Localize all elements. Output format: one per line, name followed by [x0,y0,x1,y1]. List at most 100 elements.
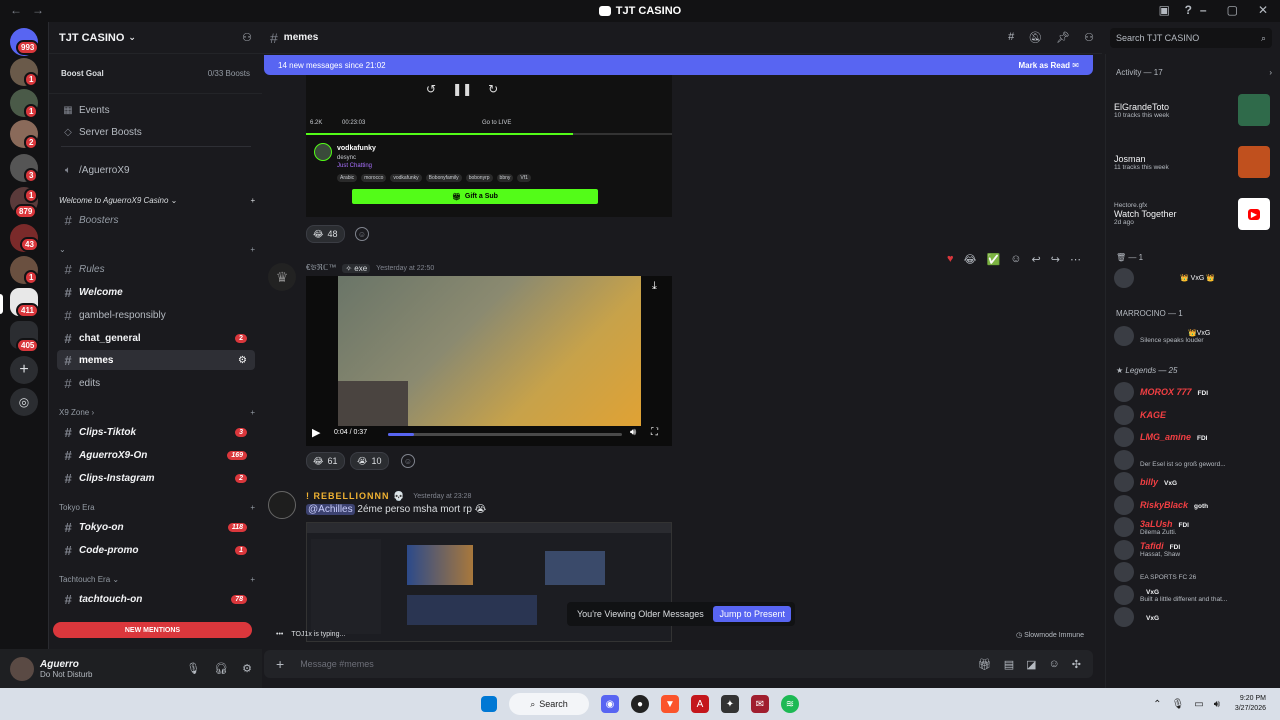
guild-header[interactable]: TJT CASINO ⌄ ⚇ [49,22,262,54]
discord-taskbar-icon[interactable]: ◉ [601,695,619,713]
more-icon[interactable]: ⋯ [1070,253,1081,266]
member-row[interactable]: EA SPORTS FC 26 [1114,562,1196,582]
pin-icon[interactable]: 📌︎ [1056,31,1070,44]
go-live-button[interactable]: Go to LIVE [482,120,511,126]
avatar[interactable] [10,656,34,681]
discover-button[interactable]: ◎ [10,388,38,416]
chevron-up-icon[interactable]: ⌃ [1153,699,1161,710]
category-tokyo[interactable]: Tokyo Era + [59,503,255,512]
activity-item[interactable]: Josman 11 tracks this week [1114,146,1270,178]
channel-welcome[interactable]: # Welcome [57,282,255,302]
bell-icon[interactable]: 🔕︎ [1028,31,1042,44]
add-channel-icon[interactable]: + [250,196,255,205]
threads-icon[interactable]: # [1008,31,1014,44]
windows-start-icon[interactable] [481,696,497,712]
member-row[interactable]: 👑VxG Silence speaks louder [1114,326,1210,346]
channel-aguerrox9-on[interactable]: # AguerroX9-On 169 [57,445,255,465]
volume-icon[interactable]: 🔊︎ [630,427,636,438]
avatar[interactable] [268,491,296,519]
mail-taskbar-icon[interactable]: ✉ [751,695,769,713]
message-author[interactable]: ! REBELLIONNN 💀 [306,491,405,502]
heart-reaction-icon[interactable]: ♥ [947,253,954,265]
tag[interactable]: Bobonyfamily [425,174,462,182]
forward-icon[interactable]: ↪ [1051,253,1060,266]
channel-chat-general[interactable]: # chat_general 2 [57,328,255,348]
new-messages-banner[interactable]: 14 new messages since 21:02 Mark as Read… [264,55,1093,75]
member-row[interactable]: billy VxG [1114,472,1177,492]
member-row[interactable]: RiskyBlack goth [1114,494,1208,515]
member-row[interactable]: LMG_amine FDI [1114,427,1208,447]
category-welcome[interactable]: Welcome to AguerroX9 Casino ⌄ + [59,196,255,205]
stream-embed[interactable]: ↺ ❚❚ ↻ 6.2K 00:23:03 Go to LIVE vodkafun… [306,75,672,217]
tag[interactable]: Arabic [337,174,358,182]
member-row[interactable]: Der Esel ist so groß geword... [1114,449,1226,470]
check-reaction-icon[interactable]: ✅ [986,253,1000,266]
volume-icon[interactable]: 🔊︎ [1214,699,1220,710]
mark-read-button[interactable]: Mark as Read ✉ [1018,61,1079,70]
add-channel-icon[interactable]: + [250,575,255,584]
member-row[interactable]: 3aLUsh FDI Dilema Zutti. [1114,517,1189,537]
gear-icon[interactable]: ⚙ [238,355,247,366]
channel-boosters[interactable]: # Boosters [57,210,255,230]
add-reaction-icon[interactable]: ☺ [355,227,369,241]
message-composer[interactable]: + Message #memes 🎁︎ ▤ ◪ ☺ ✣ [264,650,1093,678]
channel-clips-tiktok[interactable]: # Clips-Tiktok 3 [57,422,255,442]
fullscreen-icon[interactable]: ⛶ [651,427,658,438]
forward-icon[interactable]: ↻ [488,82,498,96]
channel-clips-instagram[interactable]: # Clips-Instagram 2 [57,468,255,488]
add-reaction-icon[interactable]: ☺ [401,454,415,468]
clock[interactable]: 9:20 PM 3/27/2026 [1235,694,1266,714]
tag[interactable]: morocco [361,174,387,182]
tag[interactable]: bobonyrp [465,174,493,182]
boost-goal[interactable]: Boost Goal 0/33 Boosts [49,54,262,94]
add-channel-icon[interactable]: + [250,408,255,417]
members-icon[interactable]: ⚇ [1084,31,1094,44]
close-button[interactable]: ✕ [1258,3,1268,17]
message-author[interactable]: €𝔅ℜℂ™ [306,263,336,273]
reaction-laugh[interactable]: 😂 61 [306,452,345,470]
gif-icon[interactable]: ▤ [1004,658,1014,671]
rewind-icon[interactable]: ↺ [426,82,436,96]
member-row[interactable]: Tafidi FDI Hassat, Shaw [1114,539,1180,560]
add-member-icon[interactable]: ⚇ [242,31,252,44]
member-row[interactable]: KAGE [1114,404,1172,425]
headphones-icon[interactable]: 🎧︎ [214,662,228,675]
tag[interactable]: bbny [496,174,514,182]
jump-present-button[interactable]: Jump to Present [713,606,791,622]
add-channel-icon[interactable]: + [250,245,255,254]
wifi-icon[interactable]: ▭ [1194,699,1203,710]
spotify-taskbar-icon[interactable]: ≋ [781,695,799,713]
member-row[interactable]: MOROX 777 FDI [1114,382,1208,402]
microphone-icon[interactable]: 🎙︎ [1172,699,1185,710]
minimize-button[interactable]: – [1200,3,1207,17]
channel-tachtouch-on[interactable]: # tachtouch-on 78 [57,589,255,609]
system-tray[interactable]: ⌃ 🎙︎ ▭ 🔊︎ [1153,699,1220,710]
gear-icon[interactable]: ⚙ [242,662,252,675]
help-icon[interactable]: ? [1185,3,1192,17]
activity-item[interactable]: ElGrandeToto 10 tracks this week [1114,94,1270,126]
maximize-button[interactable]: ▢ [1227,3,1238,17]
gift-icon[interactable]: 🎁︎ [978,658,992,671]
nav-arrows[interactable]: ←→ [10,3,54,17]
category-tachtouch[interactable]: Tachtouch Era ⌄ + [59,575,255,584]
member-row[interactable]: VxG [1114,607,1159,627]
laugh-reaction-icon[interactable]: 😂 [964,253,977,266]
reaction-cry[interactable]: 😭 10 [350,452,389,470]
sticker-icon[interactable]: ◪ [1026,658,1036,671]
acrobat-taskbar-icon[interactable]: A [691,695,709,713]
activity-header[interactable]: Activity — 17 › [1116,68,1272,77]
add-reaction-icon[interactable]: ☺ [1010,253,1021,265]
reaction-laugh[interactable]: 😂 48 [306,225,345,243]
pause-icon[interactable]: ❚❚ [452,82,472,96]
tag[interactable]: Vf1 [517,174,531,182]
channel-code-promo[interactable]: # Code-promo 1 [57,540,255,560]
play-icon[interactable]: ▶ [312,426,320,439]
add-channel-icon[interactable]: + [250,503,255,512]
taskbar-search[interactable]: ⌕ Search [509,693,589,715]
new-mentions-bar[interactable]: NEW MENTIONS [53,622,252,638]
channel-memes[interactable]: # memes ⚙ [57,350,255,370]
voice-channel[interactable]: 🔈︎ /AguerroX9 [57,160,255,180]
events-link[interactable]: ▦ Events [57,100,255,120]
category-x9[interactable]: X9 Zone › + [59,408,255,417]
download-icon[interactable]: ⤓ [652,280,657,293]
